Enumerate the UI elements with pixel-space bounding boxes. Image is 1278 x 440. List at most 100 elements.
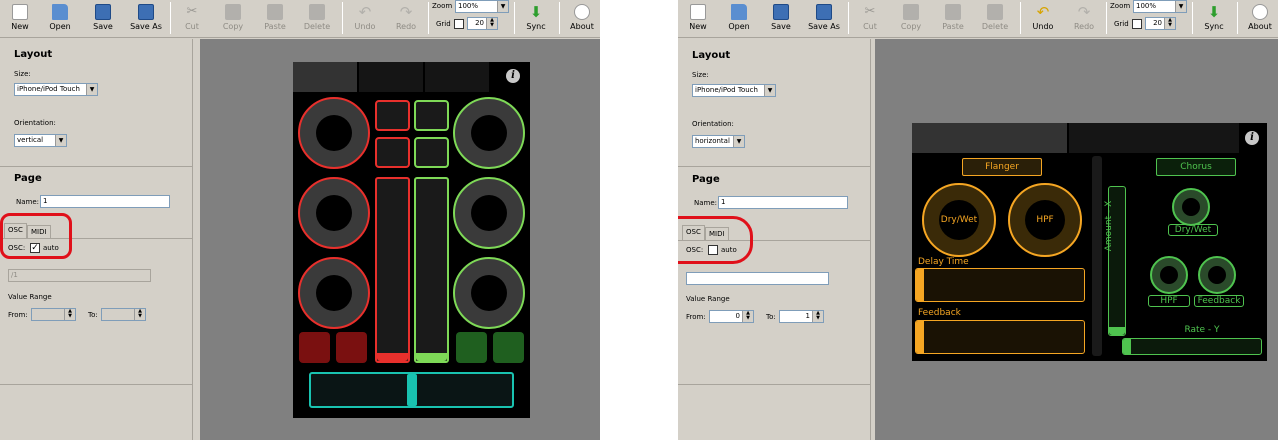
dry-wet-knob[interactable]: Dry/Wet — [922, 183, 996, 257]
save-button[interactable]: Save — [83, 1, 123, 35]
rotary-knob-red[interactable] — [298, 97, 370, 169]
page-tab[interactable] — [1069, 123, 1239, 153]
hpf-knob[interactable]: HPF — [1008, 183, 1082, 257]
name-label: Name: — [694, 199, 718, 207]
copy-icon — [903, 4, 919, 20]
orientation-select[interactable]: vertical ▼ — [14, 134, 67, 147]
chorus-hpf-knob[interactable] — [1150, 256, 1188, 294]
size-select[interactable]: iPhone/iPod Touch ▼ — [14, 83, 98, 96]
toolbar-separator — [848, 2, 849, 34]
page-tab[interactable] — [425, 62, 489, 92]
knob-center — [1160, 266, 1178, 284]
cut-button[interactable]: ✂ Cut — [172, 1, 212, 35]
info-icon[interactable]: i — [1245, 131, 1259, 145]
sync-button[interactable]: ⬇ Sync — [1194, 1, 1234, 35]
cut-icon: ✂ — [864, 4, 876, 19]
delete-button[interactable]: Delete — [975, 1, 1015, 35]
delay-time-fader[interactable] — [915, 268, 1085, 302]
rotary-knob-red[interactable] — [298, 177, 370, 249]
orientation-select[interactable]: horizontal ▼ — [692, 135, 745, 148]
paste-button[interactable]: Paste — [255, 1, 295, 35]
range-from-spinner[interactable]: 0 ▲ ▼ — [709, 310, 754, 323]
push-button-red[interactable] — [375, 137, 410, 168]
undo-button[interactable]: ↶ Undo — [1023, 1, 1063, 35]
save-button[interactable]: Save — [761, 1, 801, 35]
redo-icon: ↷ — [399, 3, 413, 21]
open-button[interactable]: Open — [40, 1, 80, 35]
page-name-input[interactable]: 1 — [718, 196, 848, 209]
push-button-green[interactable] — [414, 137, 449, 168]
new-icon — [12, 4, 28, 20]
push-button-green[interactable] — [414, 100, 449, 131]
grid-size-spinner[interactable]: 20 ▲ ▼ — [467, 17, 498, 30]
range-to-spinner[interactable]: ▲ ▼ — [101, 308, 146, 321]
toggle-button-red[interactable] — [336, 332, 367, 363]
new-button[interactable]: New — [678, 1, 718, 35]
about-button[interactable]: About — [1240, 1, 1278, 35]
toolbar-separator — [170, 2, 171, 34]
size-label: Size: — [692, 71, 709, 79]
right-app-window: New Open Save Save As ✂ Cut Copy Paste De… — [678, 0, 1278, 440]
crossfader[interactable] — [309, 372, 514, 408]
copy-button[interactable]: Copy — [891, 1, 931, 35]
grid-checkbox[interactable] — [1132, 19, 1142, 29]
toggle-button-red[interactable] — [299, 332, 330, 363]
chevron-down-icon: ▼ — [1175, 1, 1186, 12]
zoom-label: Zoom — [432, 2, 453, 10]
open-button[interactable]: Open — [719, 1, 759, 35]
size-label: Size: — [14, 70, 31, 78]
rotary-knob-green[interactable] — [453, 257, 525, 329]
toggle-button-green[interactable] — [456, 332, 487, 363]
spinner-arrows-icon: ▲ ▼ — [742, 311, 753, 322]
grid-checkbox[interactable] — [454, 19, 464, 29]
copy-button[interactable]: Copy — [213, 1, 253, 35]
feedback-fader[interactable] — [915, 320, 1085, 354]
range-to-spinner[interactable]: 1 ▲ ▼ — [779, 310, 824, 323]
size-select[interactable]: iPhone/iPod Touch ▼ — [692, 84, 776, 97]
grid-size-spinner[interactable]: 20 ▲ ▼ — [1145, 17, 1176, 30]
page-tab[interactable] — [912, 123, 1067, 153]
toggle-button-green[interactable] — [493, 332, 524, 363]
page-tab[interactable] — [293, 62, 357, 92]
osc-address-input[interactable]: /1 — [8, 269, 151, 282]
crossfader-handle[interactable] — [407, 374, 417, 406]
properties-panel: Layout Size: iPhone/iPod Touch ▼ Orientat… — [678, 39, 871, 440]
about-button[interactable]: About — [562, 1, 600, 35]
rotary-knob-green[interactable] — [453, 177, 525, 249]
separator-bar — [1092, 156, 1102, 356]
redo-button[interactable]: ↷ Redo — [1064, 1, 1104, 35]
page-tab[interactable] — [359, 62, 423, 92]
info-icon[interactable]: i — [506, 69, 520, 83]
cut-button[interactable]: ✂ Cut — [850, 1, 890, 35]
rotary-knob-red[interactable] — [298, 257, 370, 329]
save-as-icon — [138, 4, 154, 20]
new-button[interactable]: New — [0, 1, 40, 35]
delete-icon — [987, 4, 1003, 20]
osc-address-input[interactable] — [686, 272, 829, 285]
push-button-red[interactable] — [375, 100, 410, 131]
redo-button[interactable]: ↷ Redo — [386, 1, 426, 35]
paste-button[interactable]: Paste — [933, 1, 973, 35]
page-name-input[interactable]: 1 — [40, 195, 170, 208]
chorus-feedback-knob[interactable] — [1198, 256, 1236, 294]
save-as-button[interactable]: Save As — [125, 1, 167, 35]
undo-button[interactable]: ↶ Undo — [345, 1, 385, 35]
zoom-select[interactable]: 100% ▼ — [455, 0, 509, 13]
rate-y-fader[interactable] — [1122, 338, 1262, 355]
page-heading: Page — [14, 173, 42, 184]
vertical-fader-green[interactable] — [414, 177, 449, 363]
vertical-fader-red[interactable] — [375, 177, 410, 363]
range-from-spinner[interactable]: ▲ ▼ — [31, 308, 76, 321]
sync-button[interactable]: ⬇ Sync — [516, 1, 556, 35]
zoom-select[interactable]: 100% ▼ — [1133, 0, 1187, 13]
device-preview-landscape: i Flanger Dry/Wet HPF Delay Time Feedbac… — [912, 123, 1267, 361]
rotary-knob-green[interactable] — [453, 97, 525, 169]
save-as-button[interactable]: Save As — [803, 1, 845, 35]
knob-center — [471, 195, 507, 231]
toolbar: New Open Save Save As ✂ Cut Copy Paste De… — [678, 0, 1278, 38]
chorus-dry-wet-knob[interactable] — [1172, 188, 1210, 226]
delete-button[interactable]: Delete — [297, 1, 337, 35]
fader-level — [1109, 327, 1125, 335]
redo-icon: ↷ — [1077, 3, 1091, 21]
grid-label: Grid — [436, 20, 451, 28]
